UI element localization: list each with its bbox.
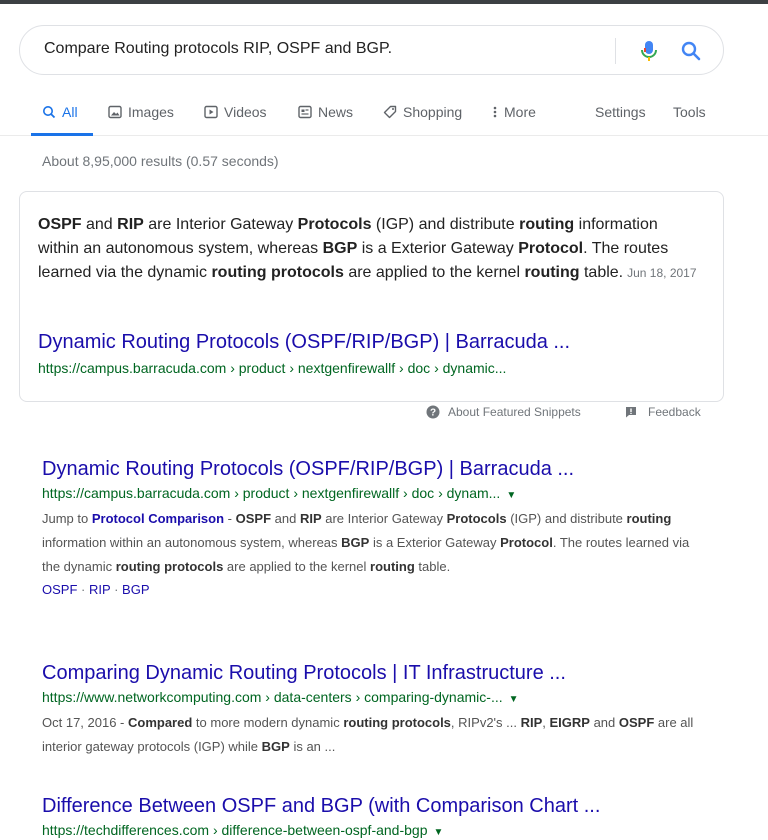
about-label: About Featured Snippets [448,405,581,419]
search-icon [43,106,56,119]
active-tab-indicator [31,133,93,136]
sitelink-separator: · [114,582,119,597]
tab-label: All [62,104,78,120]
video-icon [204,105,218,119]
search-result: Comparing Dynamic Routing Protocols | IT… [42,660,722,759]
tab-settings[interactable]: Settings [595,104,646,120]
search-result: Dynamic Routing Protocols (OSPF/RIP/BGP)… [42,456,722,601]
search-box[interactable]: Compare Routing protocols RIP, OSPF and … [19,25,724,75]
chevron-down-icon[interactable]: ▼ [509,694,519,705]
tab-label: Tools [673,104,706,120]
snippet-date: Jun 18, 2017 [627,266,697,280]
tab-videos[interactable]: Videos [204,104,267,120]
search-input[interactable]: Compare Routing protocols RIP, OSPF and … [44,40,392,58]
featured-snippet: OSPF and RIP are Interior Gateway Protoc… [19,191,724,402]
result-title-link[interactable]: Difference Between OSPF and BGP (with Co… [42,793,722,819]
feedback-label: Feedback [648,405,701,419]
sitelink[interactable]: BGP [122,582,149,597]
result-url[interactable]: https://campus.barracuda.com › product ›… [42,485,500,501]
result-stats: About 8,95,000 results (0.57 seconds) [42,153,279,169]
search-divider [615,38,616,64]
microphone-icon[interactable] [638,39,660,63]
tab-shopping[interactable]: Shopping [383,104,462,120]
tag-icon [383,105,397,119]
search-icon[interactable] [680,39,702,63]
snippet-text: OSPF and RIP are Interior Gateway Protoc… [38,216,697,281]
tab-label: News [318,104,354,120]
more-vertical-icon [493,106,497,118]
sitelink[interactable]: OSPF [42,582,77,597]
result-title-link[interactable]: Comparing Dynamic Routing Protocols | IT… [42,660,722,686]
tab-label: Images [128,104,174,120]
search-tabs: All Images Videos News Shopping More Set… [0,96,768,136]
tab-all[interactable]: All [42,104,78,120]
result-sitelinks: OSPF · RIP · BGP [42,579,722,601]
result-description: Oct 17, 2016 - Compared to more modern d… [42,715,694,754]
snippet-title-link[interactable]: Dynamic Routing Protocols (OSPF/RIP/BGP)… [38,331,570,354]
sitelink-separator: · [81,582,86,597]
about-featured-snippets[interactable]: ? About Featured Snippets [426,405,581,419]
tab-label: Settings [595,104,646,120]
feedback-icon [626,407,636,418]
tab-images[interactable]: Images [108,104,174,120]
tab-more[interactable]: More [492,104,536,120]
news-icon [298,105,312,119]
result-title-link[interactable]: Dynamic Routing Protocols (OSPF/RIP/BGP)… [42,456,722,482]
result-description: Jump to Protocol Comparison - OSPF and R… [42,511,690,574]
chevron-down-icon[interactable]: ▼ [506,490,516,501]
result-url[interactable]: https://www.networkcomputing.com › data-… [42,689,503,705]
result-url[interactable]: https://techdifferences.com › difference… [42,822,427,838]
tab-label: More [504,104,536,120]
tab-label: Videos [224,104,267,120]
feedback-link[interactable]: Feedback [624,405,701,419]
snippet-url[interactable]: https://campus.barracuda.com › product ›… [38,360,506,376]
tab-label: Shopping [403,104,463,120]
sitelink[interactable]: RIP [89,582,110,597]
image-icon [108,105,122,119]
window-top-bar [0,0,768,4]
tab-news[interactable]: News [298,104,353,120]
svg-text:?: ? [430,408,436,419]
help-icon: ? [426,405,440,419]
chevron-down-icon[interactable]: ▼ [433,827,443,838]
search-result: Difference Between OSPF and BGP (with Co… [42,793,722,840]
tab-tools[interactable]: Tools [673,104,706,120]
